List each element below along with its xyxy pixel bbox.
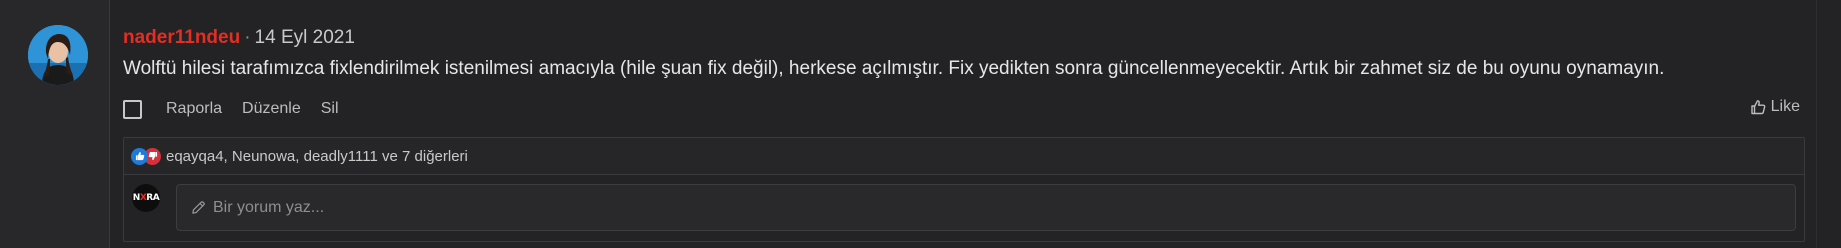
post-username[interactable]: nader11ndeu — [123, 27, 240, 48]
post-header: nader11ndeu · 14 Eyl 2021 — [123, 27, 355, 49]
avatar-image — [28, 25, 88, 85]
post-body: Wolftü hilesi tarafımızca fixlendirilmek… — [123, 58, 1665, 79]
reactions-and-comments: eqayqa4, Neunowa, deadly1111 ve 7 diğerl… — [123, 137, 1805, 242]
like-label: Like — [1770, 98, 1800, 115]
reaction-icons — [131, 147, 161, 165]
reactions-bar: eqayqa4, Neunowa, deadly1111 ve 7 diğerl… — [124, 138, 1804, 175]
post-message-column: nader11ndeu · 14 Eyl 2021 Wolftü hilesi ta… — [110, 0, 1816, 248]
edit-link[interactable]: Düzenle — [242, 100, 301, 118]
post-user-column — [0, 0, 110, 248]
select-post-checkbox[interactable] — [123, 99, 142, 119]
like-button[interactable]: Like — [1750, 98, 1800, 116]
current-user-avatar[interactable]: NXRA — [132, 184, 160, 212]
like-reaction-icon — [131, 147, 148, 165]
comment-row: NXRA Bir yorum yaz... — [124, 175, 1804, 241]
post-date[interactable]: 14 Eyl 2021 — [255, 27, 355, 48]
user-avatar[interactable] — [28, 25, 88, 85]
reaction-users-list[interactable]: eqayqa4, Neunowa, deadly1111 ve 7 diğerl… — [166, 148, 468, 165]
current-user-avatar-logo: NXRA — [132, 193, 160, 203]
forum-post-page: nader11ndeu · 14 Eyl 2021 Wolftü hilesi ta… — [0, 0, 1841, 248]
report-link[interactable]: Raporla — [166, 100, 222, 118]
delete-link[interactable]: Sil — [321, 100, 339, 118]
header-separator: · — [244, 27, 251, 48]
comment-input[interactable]: Bir yorum yaz... — [176, 184, 1796, 231]
thumbs-up-icon — [1750, 100, 1766, 115]
comment-placeholder: Bir yorum yaz... — [213, 198, 325, 216]
pencil-icon — [192, 201, 205, 214]
right-scroll-strip — [1816, 0, 1841, 248]
post-actions: Raporla Düzenle Sil — [123, 98, 359, 120]
